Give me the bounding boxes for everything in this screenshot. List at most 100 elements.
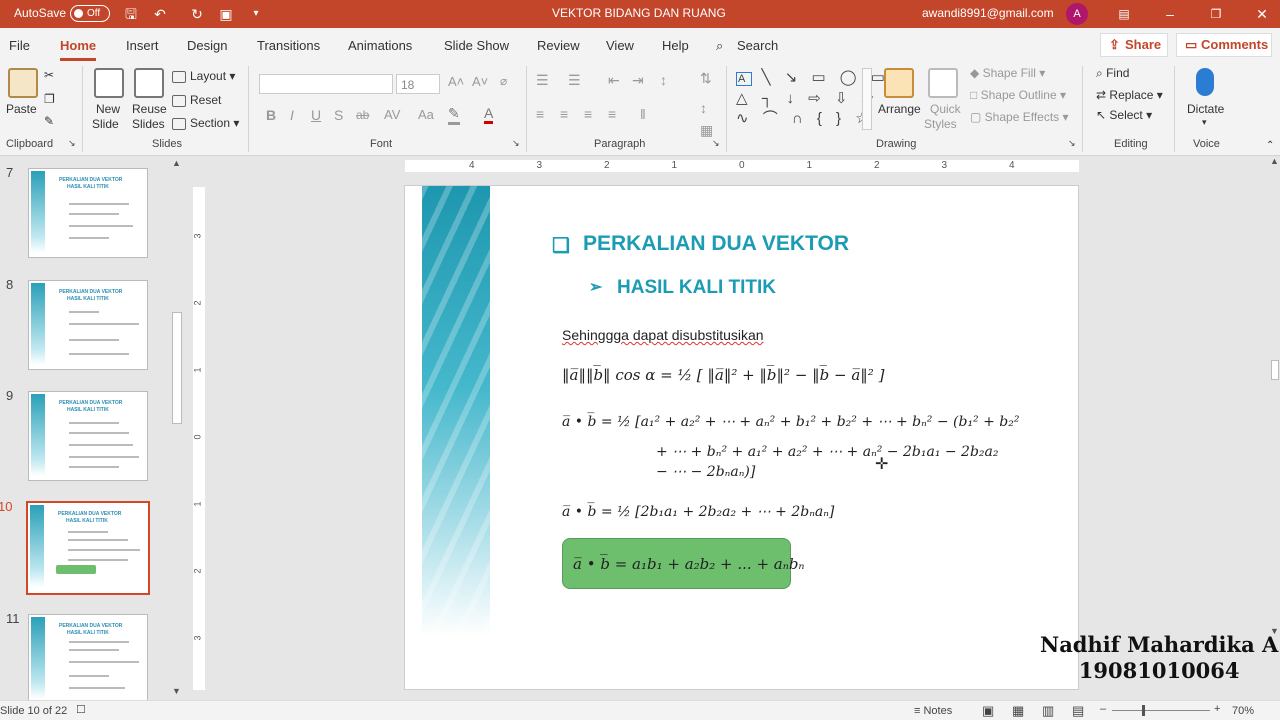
- zoom-slider-thumb[interactable]: [1142, 705, 1145, 716]
- format-painter-icon[interactable]: ✎: [44, 114, 54, 128]
- shape-outline-button[interactable]: □ Shape Outline ▾: [970, 88, 1066, 102]
- shape-effects-button[interactable]: ▢ Shape Effects ▾: [970, 110, 1069, 124]
- present-icon[interactable]: ▣: [216, 4, 236, 24]
- clipboard-launcher-icon[interactable]: ↘: [68, 138, 76, 149]
- font-color-icon[interactable]: A: [484, 105, 494, 124]
- tab-view[interactable]: View: [606, 38, 634, 53]
- scrollbar-thumb[interactable]: [172, 312, 182, 424]
- new-slide-button[interactable]: New: [96, 102, 120, 116]
- arrange-button[interactable]: Arrange: [878, 102, 921, 116]
- equation-3[interactable]: a̅ • b̅ = ½ [2b₁a₁ + 2b₂a₂ + ⋯ + 2bₙaₙ]: [562, 504, 834, 520]
- highlight-icon[interactable]: ✎: [448, 105, 460, 125]
- shapes-scroll[interactable]: [862, 68, 872, 130]
- quick-styles-button-2[interactable]: Styles: [924, 117, 957, 131]
- restore-icon[interactable]: ❐: [1206, 4, 1226, 24]
- quick-styles-icon[interactable]: [928, 68, 958, 98]
- tab-review[interactable]: Review: [537, 38, 580, 53]
- slide-sorter-icon[interactable]: ▦: [1012, 703, 1024, 719]
- line-spacing-icon[interactable]: ↕: [660, 72, 667, 88]
- slide-thumbnail-7[interactable]: PERKALIAN DUA VEKTOR HASIL KALI TITIK: [28, 168, 148, 258]
- italic-button[interactable]: I: [290, 107, 294, 123]
- shapes-gallery[interactable]: A ╲ ↘ ▭ ◯ ▭ △ ┐ ↓ ⇨ ⇩ ▱ ∿ ⌒ ∩ { } ☆: [736, 68, 885, 130]
- equation-2-line-2[interactable]: + ⋯ + bₙ² + a₁² + a₂² + ⋯ + aₙ² − 2b₁a₁ …: [656, 444, 999, 460]
- bullets-icon[interactable]: ☰: [536, 72, 549, 89]
- columns-icon[interactable]: ‖: [640, 106, 646, 122]
- section-button[interactable]: Section ▾: [172, 116, 239, 130]
- equation-2-line-3[interactable]: − ⋯ − 2bₙaₙ)]: [656, 464, 755, 480]
- underline-button[interactable]: U: [311, 107, 321, 123]
- find-button[interactable]: ⌕ Find: [1096, 66, 1129, 81]
- slideshow-view-icon[interactable]: ▤: [1072, 703, 1084, 719]
- zoom-in-icon[interactable]: +: [1214, 703, 1220, 715]
- copy-icon[interactable]: ❐: [44, 92, 55, 106]
- arrange-icon[interactable]: [884, 68, 914, 98]
- reuse-slides-button-2[interactable]: Slides: [132, 117, 165, 131]
- scroll-up-icon[interactable]: ▲: [1270, 156, 1279, 166]
- redo-icon[interactable]: ↻: [187, 4, 207, 24]
- close-icon[interactable]: ✕: [1252, 4, 1272, 24]
- tab-file[interactable]: File: [9, 38, 30, 53]
- undo-icon[interactable]: ↶: [150, 4, 170, 24]
- tab-help[interactable]: Help: [662, 38, 689, 53]
- slide-thumbnail-8[interactable]: PERKALIAN DUA VEKTOR HASIL KALI TITIK: [28, 280, 148, 370]
- new-slide-button-2[interactable]: Slide: [92, 117, 119, 131]
- align-right-icon[interactable]: ≡: [584, 106, 592, 122]
- reading-view-icon[interactable]: ▥: [1042, 703, 1054, 719]
- shape-fill-button[interactable]: ◆ Shape Fill ▾: [970, 66, 1045, 80]
- tab-transitions[interactable]: Transitions: [257, 38, 320, 53]
- new-slide-icon[interactable]: [94, 68, 124, 98]
- align-center-icon[interactable]: ≡: [560, 106, 568, 122]
- align-text-icon[interactable]: ↕: [700, 100, 707, 116]
- numbering-icon[interactable]: ☰: [568, 72, 581, 89]
- decrease-indent-icon[interactable]: ⇤: [608, 72, 620, 89]
- customize-qat-icon[interactable]: ▾: [246, 4, 266, 24]
- zoom-level[interactable]: 70%: [1232, 705, 1254, 717]
- slide-thumbnail-11[interactable]: PERKALIAN DUA VEKTOR HASIL KALI TITIK: [28, 614, 148, 704]
- paste-button[interactable]: Paste: [6, 102, 37, 116]
- slide-thumbnail-9[interactable]: PERKALIAN DUA VEKTOR HASIL KALI TITIK: [28, 391, 148, 481]
- save-icon[interactable]: 🖫: [121, 4, 141, 24]
- account-email[interactable]: awandi8991@gmail.com: [922, 6, 1054, 20]
- clear-format-icon[interactable]: ⌀: [500, 74, 507, 88]
- share-button[interactable]: ⇪ Share: [1100, 33, 1168, 57]
- dictate-button[interactable]: Dictate: [1187, 102, 1224, 116]
- scroll-up-icon[interactable]: ▲: [172, 158, 181, 168]
- spelling-icon[interactable]: ☐: [76, 703, 86, 716]
- tab-animations[interactable]: Animations: [348, 38, 412, 53]
- tab-home[interactable]: Home: [60, 38, 97, 61]
- paste-icon[interactable]: [8, 68, 38, 98]
- normal-view-icon[interactable]: ▣: [982, 703, 994, 719]
- quick-styles-button[interactable]: Quick: [930, 102, 961, 116]
- tab-design[interactable]: Design: [187, 38, 227, 53]
- increase-indent-icon[interactable]: ⇥: [632, 72, 644, 89]
- cut-icon[interactable]: ✂: [44, 68, 54, 82]
- thumbnail-scrollbar[interactable]: ▲ ▼: [170, 158, 184, 700]
- font-size-box[interactable]: 18: [396, 74, 440, 94]
- search-box[interactable]: Search: [737, 38, 778, 53]
- minimize-icon[interactable]: –: [1160, 4, 1180, 24]
- select-button[interactable]: ↖ Select ▾: [1096, 108, 1152, 122]
- slide-counter[interactable]: Slide 10 of 22: [0, 705, 67, 717]
- reset-button[interactable]: Reset: [172, 93, 221, 107]
- replace-button[interactable]: ⇄ Replace ▾: [1096, 88, 1163, 102]
- ribbon-display-icon[interactable]: ▤: [1114, 4, 1134, 24]
- zoom-out-icon[interactable]: –: [1100, 703, 1106, 715]
- equation-1[interactable]: ‖a̅‖‖b̅‖ cos α = ½ [ ‖a̅‖² + ‖b̅‖² − ‖b̅…: [562, 366, 884, 384]
- scroll-down-icon[interactable]: ▼: [172, 686, 181, 696]
- change-case-icon[interactable]: Aa: [418, 107, 434, 122]
- comments-button[interactable]: ▭ Comments: [1176, 33, 1272, 57]
- avatar[interactable]: A: [1066, 3, 1088, 25]
- char-spacing-icon[interactable]: AV: [384, 107, 400, 122]
- slide-thumbnail-10[interactable]: PERKALIAN DUA VEKTOR HASIL KALI TITIK: [26, 501, 150, 595]
- equation-2-line-1[interactable]: a̅ • b̅ = ½ [a₁² + a₂² + ⋯ + aₙ² + b₁² +…: [562, 414, 1020, 430]
- text-direction-icon[interactable]: ⇅: [700, 70, 712, 87]
- font-launcher-icon[interactable]: ↘: [512, 138, 520, 149]
- grow-font-icon[interactable]: A˄: [448, 74, 464, 89]
- scrollbar-thumb[interactable]: [1271, 360, 1279, 380]
- align-left-icon[interactable]: ≡: [536, 106, 544, 122]
- shrink-font-icon[interactable]: A˅: [472, 74, 488, 89]
- search-icon[interactable]: ⌕: [716, 38, 723, 54]
- justify-icon[interactable]: ≡: [608, 106, 616, 122]
- result-box[interactable]: a̅ • b̅ = a₁b₁ + a₂b₂ + ... + aₙbₙ: [562, 538, 805, 589]
- zoom-slider[interactable]: [1112, 705, 1210, 716]
